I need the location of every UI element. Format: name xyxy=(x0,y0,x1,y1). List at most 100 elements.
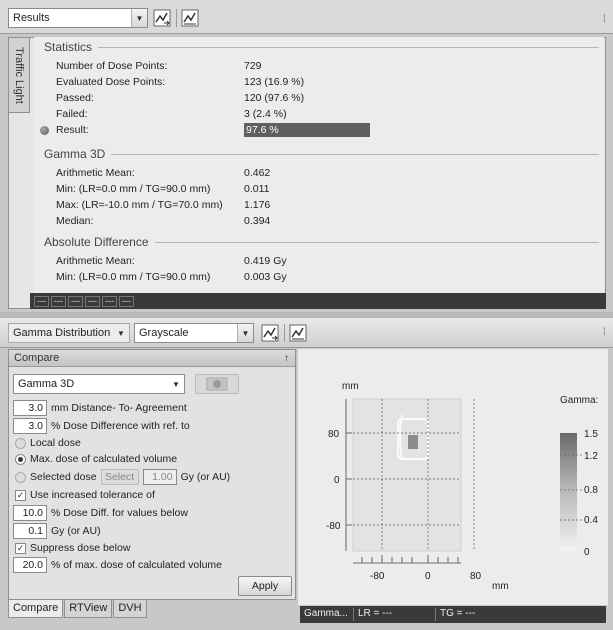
chevron-down-icon: ▼ xyxy=(237,324,253,342)
bottom-tabs: Compare RTView DVH xyxy=(8,600,147,620)
gamma-map: mm 80 0 -80 -80 0 80 mm Gamma: 1.5 1.2 0… xyxy=(326,381,598,592)
scale-tick-label: 0 xyxy=(584,547,590,558)
scale-tick-label: 0.4 xyxy=(584,515,598,526)
x-axis xyxy=(353,555,461,564)
select-button[interactable]: Select xyxy=(100,469,139,485)
view-select[interactable]: Results ▼ xyxy=(8,8,148,28)
gamma3d-list: Arithmetic Mean: 0.462 Min: (LR=0.0 mm / … xyxy=(34,165,594,229)
status-cell: --- xyxy=(34,295,49,307)
y-tick-label: 80 xyxy=(328,429,340,440)
window-menu-icon[interactable]: ⁞ xyxy=(603,327,606,338)
comparison-method-select[interactable]: Gamma 3D ▼ xyxy=(13,374,185,394)
suppress-row: 20.0 % of max. dose of calculated volume xyxy=(13,556,222,574)
toolbar-separator xyxy=(176,9,177,27)
suppress-checkbox[interactable]: ✓ xyxy=(15,542,26,554)
plot-status-bar: Gamma... LR = --- TG = --- xyxy=(300,606,606,623)
status-cell: --- xyxy=(102,295,117,307)
statistics-header: Statistics xyxy=(44,40,599,54)
results-status-bar: --- --- --- --- --- --- xyxy=(30,293,606,309)
tab-compare[interactable]: Compare xyxy=(8,600,64,618)
lr-status: LR = --- xyxy=(354,608,436,621)
selected-dose-radio[interactable] xyxy=(15,471,26,483)
stat-row: Number of Dose Points: 729 xyxy=(56,60,262,72)
dose-diff-input[interactable]: 3.0 xyxy=(13,418,47,434)
result-row: Result: 97.6 % xyxy=(34,122,594,138)
selected-dose-option: Selected dose Select 1.00 Gy (or AU) xyxy=(15,468,230,486)
compare-panel: Compare ↑ Gamma 3D ▼ 3.0 mm Distance- To… xyxy=(8,349,296,600)
absdiff-row: Arithmetic Mean: 0.419 Gy xyxy=(56,255,287,267)
compare-image-button[interactable] xyxy=(195,374,239,394)
tolerance-input[interactable]: 10.0 xyxy=(13,505,47,521)
distribution-select[interactable]: Gamma Distribution ▼ xyxy=(8,323,130,343)
gamma-row: Median: 0.394 xyxy=(56,215,271,227)
results-toolbar: Results ▼ ⁞ xyxy=(0,0,613,34)
chart-settings-icon[interactable] xyxy=(180,8,200,28)
absdiff-row: Min: (LR=0.0 mm / TG=90.0 mm) 0.003 Gy xyxy=(56,271,287,283)
gamma-row: Arithmetic Mean: 0.462 xyxy=(56,167,271,179)
increased-tolerance-checkbox[interactable]: ✓ xyxy=(15,489,26,501)
dose-diff-row: 3.0 % Dose Difference with ref. to xyxy=(13,417,190,435)
scale-title: Gamma: xyxy=(560,395,598,406)
result-indicator-icon xyxy=(40,125,49,135)
distribution-toolbar: Gamma Distribution ▼ Grayscale ▼ ⁞ xyxy=(0,318,613,348)
gamma-plot-area: mm 80 0 -80 -80 0 80 mm Gamma: 1.5 1.2 0… xyxy=(298,349,608,605)
status-cell: --- xyxy=(119,295,134,307)
y-tick-label: 0 xyxy=(334,475,340,486)
result-value: 97.6 % xyxy=(244,123,370,137)
suppress-input[interactable]: 20.0 xyxy=(13,557,47,573)
chevron-down-icon: ▼ xyxy=(131,9,147,27)
pin-icon[interactable]: ↑ xyxy=(284,353,289,364)
tg-status: TG = --- xyxy=(440,608,476,619)
statistics-list: Number of Dose Points: 729 Evaluated Dose… xyxy=(34,58,594,138)
chevron-down-icon: ▼ xyxy=(117,328,125,338)
tab-dvh[interactable]: DVH xyxy=(113,600,147,618)
y-axis xyxy=(345,399,352,551)
status-cell: --- xyxy=(68,295,83,307)
tab-rtview[interactable]: RTView xyxy=(64,600,113,618)
window-menu-icon[interactable]: ⁞ xyxy=(603,14,606,25)
tab-traffic-light[interactable]: Traffic Light xyxy=(8,37,30,113)
dta-input[interactable]: 3.0 xyxy=(13,400,47,416)
export-icon[interactable] xyxy=(260,323,280,343)
x-unit-label: mm xyxy=(492,581,509,592)
scale-tick-label: 1.2 xyxy=(584,451,598,462)
export-icon[interactable] xyxy=(152,8,172,28)
max-dose-radio[interactable] xyxy=(15,453,26,465)
suppress-option[interactable]: ✓ Suppress dose below xyxy=(15,539,130,557)
status-cell: --- xyxy=(85,295,100,307)
apply-button[interactable]: Apply xyxy=(238,576,292,596)
chevron-down-icon: ▼ xyxy=(172,379,180,389)
dta-row: 3.0 mm Distance- To- Agreement xyxy=(13,399,187,417)
gamma-row: Min: (LR=0.0 mm / TG=90.0 mm) 0.011 xyxy=(56,183,270,195)
y-unit-label: mm xyxy=(342,381,359,392)
y-tick-label: -80 xyxy=(326,521,341,532)
gamma3d-header: Gamma 3D xyxy=(44,147,599,161)
stat-row: Passed: 120 (97.6 %) xyxy=(56,92,305,104)
scale-tick-label: 0.8 xyxy=(584,485,598,496)
x-tick-label: -80 xyxy=(370,571,385,582)
below-row: 0.1 Gy (or AU) xyxy=(13,522,101,540)
chart-settings-icon[interactable] xyxy=(288,323,308,343)
gamma-row: Max: (LR=-10.0 mm / TG=70.0 mm) 1.176 xyxy=(56,199,271,211)
x-tick-label: 80 xyxy=(470,571,482,582)
color-scheme-select[interactable]: Grayscale ▼ xyxy=(134,323,254,343)
toolbar-separator xyxy=(284,324,285,342)
compare-panel-title: Compare ↑ xyxy=(9,350,295,367)
selected-dose-input[interactable]: 1.00 xyxy=(142,469,177,485)
local-dose-radio[interactable] xyxy=(15,437,26,449)
absdiff-header: Absolute Difference xyxy=(44,235,599,249)
gamma-color-scale xyxy=(560,433,577,551)
below-input[interactable]: 0.1 xyxy=(13,523,47,539)
high-gamma-region xyxy=(408,435,418,449)
absdiff-list: Arithmetic Mean: 0.419 Gy Min: (LR=0.0 mm… xyxy=(34,253,594,285)
x-tick-label: 0 xyxy=(425,571,431,582)
gamma-map-background xyxy=(352,398,462,552)
scale-tick-label: 1.5 xyxy=(584,429,598,440)
stat-row: Failed: 3 (2.4 %) xyxy=(56,108,287,120)
results-body: Statistics Number of Dose Points: 729 Eva… xyxy=(34,37,604,293)
increased-tolerance-option[interactable]: ✓ Use increased tolerance of xyxy=(15,486,155,504)
map-name-status: Gamma... xyxy=(300,608,354,621)
stat-row: Evaluated Dose Points: 123 (16.9 %) xyxy=(56,76,305,88)
max-dose-option[interactable]: Max. dose of calculated volume xyxy=(15,450,177,468)
status-cell: --- xyxy=(51,295,66,307)
